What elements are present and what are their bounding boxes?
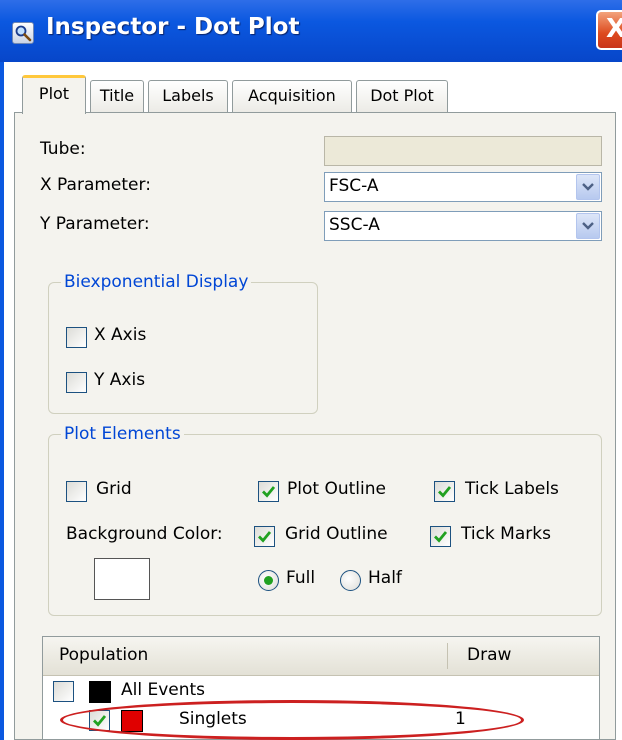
half-radio[interactable] <box>340 570 361 591</box>
tick-labels-checkbox[interactable] <box>434 481 455 502</box>
checkmark-icon <box>258 531 272 543</box>
tick-labels-label: Tick Labels <box>465 479 559 499</box>
column-divider <box>447 643 448 669</box>
y-axis-label: Y Axis <box>94 370 146 390</box>
x-axis-label: X Axis <box>94 325 147 345</box>
background-color-label: Background Color: <box>66 524 223 544</box>
close-button[interactable]: X <box>596 10 622 50</box>
plot-outline-label: Plot Outline <box>287 479 386 499</box>
tube-label: Tube: <box>40 139 86 159</box>
chevron-down-icon[interactable] <box>576 213 600 239</box>
grid-outline-checkbox[interactable] <box>254 526 275 547</box>
population-color-box <box>121 710 143 732</box>
tick-marks-label: Tick Marks <box>461 524 551 544</box>
x-axis-checkbox[interactable] <box>66 327 87 348</box>
table-row[interactable]: Singlets 1 <box>43 706 599 734</box>
grid-checkbox[interactable] <box>66 481 87 502</box>
column-header-draw[interactable]: Draw <box>467 645 511 665</box>
y-axis-checkbox[interactable] <box>66 372 87 393</box>
checkmark-icon <box>93 715 107 727</box>
population-name: All Events <box>121 680 206 700</box>
y-parameter-label: Y Parameter: <box>40 214 150 234</box>
table-row[interactable]: All Events <box>43 677 599 705</box>
magnifier-icon <box>12 22 34 44</box>
chevron-down-icon[interactable] <box>576 174 600 200</box>
plot-elements-legend: Plot Elements <box>64 424 181 444</box>
table-header: Population Draw <box>43 637 599 676</box>
half-label: Half <box>368 568 402 588</box>
plot-outline-checkbox[interactable] <box>258 481 279 502</box>
radio-selected-dot <box>264 576 273 585</box>
row-visibility-checkbox[interactable] <box>89 710 110 731</box>
population-color-box <box>89 681 111 703</box>
tube-field <box>324 136 602 166</box>
full-radio[interactable] <box>258 570 279 591</box>
checkmark-icon <box>434 531 448 543</box>
y-parameter-value: SSC-A <box>329 215 380 235</box>
background-color-swatch[interactable] <box>94 558 150 600</box>
tab-labels[interactable]: Labels <box>148 80 228 112</box>
grid-label: Grid <box>96 479 132 499</box>
population-name: Singlets <box>179 709 247 729</box>
row-visibility-checkbox[interactable] <box>53 681 74 702</box>
column-header-population[interactable]: Population <box>59 645 148 665</box>
tick-marks-checkbox[interactable] <box>430 526 451 547</box>
checkmark-icon <box>262 486 276 498</box>
tab-dot-plot[interactable]: Dot Plot <box>356 80 448 112</box>
biexponential-legend: Biexponential Display <box>64 272 249 292</box>
x-parameter-value: FSC-A <box>329 176 379 196</box>
biexponential-group: Biexponential Display <box>48 272 318 414</box>
population-draw-value: 1 <box>455 709 466 729</box>
x-parameter-select[interactable]: FSC-A <box>324 172 602 202</box>
full-label: Full <box>286 568 316 588</box>
tab-acquisition[interactable]: Acquisition <box>232 80 352 112</box>
window-title: Inspector - Dot Plot <box>46 14 300 40</box>
population-table: Population Draw All Events Singlets 1 <box>42 636 600 740</box>
y-parameter-select[interactable]: SSC-A <box>324 211 602 241</box>
tab-plot[interactable]: Plot <box>22 75 86 114</box>
title-bar[interactable]: Inspector - Dot Plot X <box>0 0 622 63</box>
tab-title[interactable]: Title <box>90 80 144 112</box>
grid-outline-label: Grid Outline <box>285 524 388 544</box>
checkmark-icon <box>438 486 452 498</box>
x-parameter-label: X Parameter: <box>40 175 151 195</box>
